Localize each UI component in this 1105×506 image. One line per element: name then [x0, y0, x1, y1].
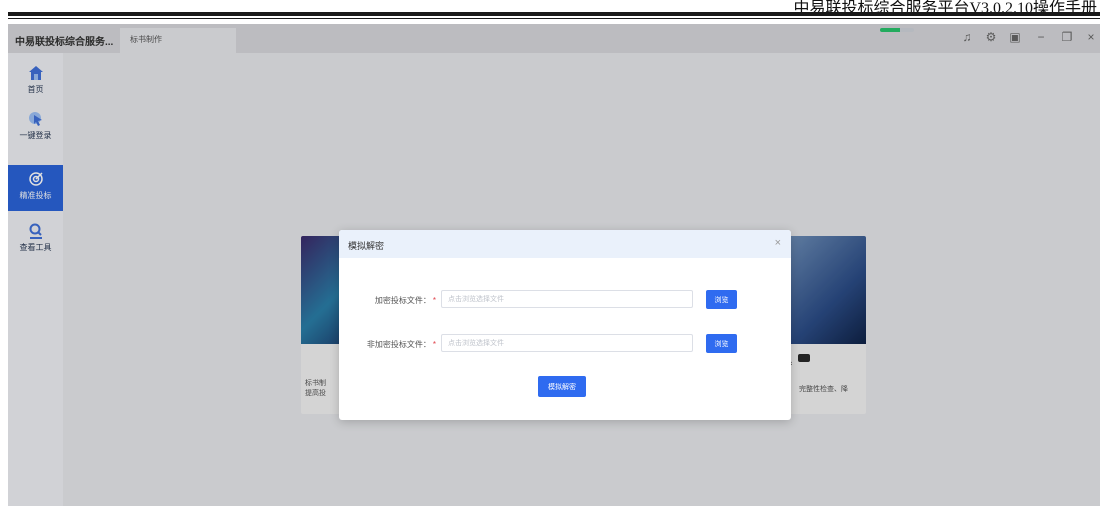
- browse-plain-button[interactable]: 浏览: [706, 334, 737, 353]
- simulate-decrypt-button[interactable]: 模拟解密: [538, 376, 586, 397]
- encrypted-file-label: 加密投标文件： *: [374, 296, 436, 305]
- plain-file-row: 非加密投标文件：* 浏览: [339, 334, 791, 356]
- simulate-decrypt-dialog: 模拟解密 × 加密投标文件：* 浏览 非加密投标文件：* 浏览 模拟解密: [339, 230, 791, 420]
- plain-file-label: 非加密投标文件： *: [366, 340, 436, 349]
- browse-encrypted-button[interactable]: 浏览: [706, 290, 737, 309]
- dialog-header: 模拟解密 ×: [339, 230, 791, 258]
- dialog-title: 模拟解密: [348, 241, 385, 251]
- header-rule-thick: [8, 12, 1100, 16]
- close-icon[interactable]: ×: [775, 237, 781, 249]
- plain-file-input[interactable]: [441, 334, 693, 352]
- encrypted-file-row: 加密投标文件：* 浏览: [339, 290, 791, 312]
- encrypted-file-input[interactable]: [441, 290, 693, 308]
- app-window: 中易联投标综合服务... 标书制作 ♫ ⚙ ▣ − ❐ × 首页 一键登录 精准…: [8, 24, 1100, 506]
- header-rule-thin: [8, 18, 1100, 19]
